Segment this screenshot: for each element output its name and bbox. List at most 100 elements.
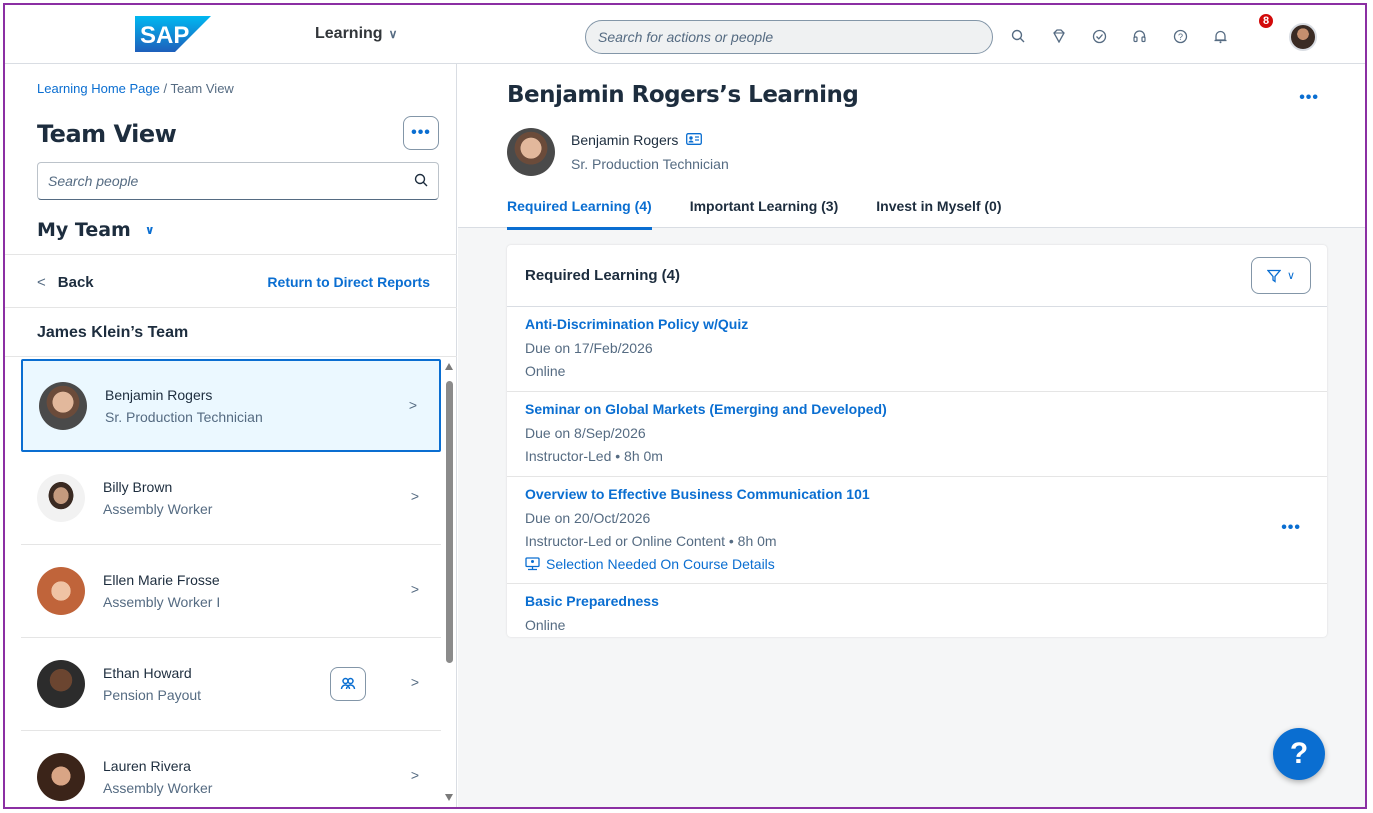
chevron-left-icon: < [37, 274, 46, 291]
avatar [39, 381, 87, 430]
header-more-button[interactable]: ••• [1299, 89, 1319, 107]
svg-text:SAP: SAP [140, 22, 189, 49]
breadcrumb-current: Team View [170, 81, 234, 96]
chevron-right-icon: > [410, 767, 419, 783]
people-list: Benjamin Rogers Sr. Production Technicia… [21, 359, 441, 807]
team-selector[interactable]: My Team ∨ [37, 219, 155, 241]
breadcrumb: Learning Home Page / Team View [37, 81, 234, 96]
list-item-ethan-howard[interactable]: Ethan Howard Pension Payout > [21, 638, 441, 731]
divider [5, 307, 457, 308]
person-role: Pension Payout [103, 687, 202, 703]
divider [5, 356, 457, 357]
scroll-up-icon[interactable] [445, 363, 453, 370]
search-icon[interactable] [414, 173, 428, 190]
list-item: Overview to Effective Business Communica… [507, 477, 1327, 584]
avatar [37, 753, 85, 801]
card-title: Required Learning (4) [525, 267, 681, 284]
course-due: Due on 17/Feb/2026 [525, 340, 653, 356]
course-due: Due on 8/Sep/2026 [525, 425, 646, 441]
course-title-link[interactable]: Seminar on Global Markets (Emerging and … [525, 401, 1309, 417]
course-more-button[interactable]: ••• [1281, 519, 1301, 537]
headset-icon[interactable] [1126, 23, 1152, 49]
list-item-benjamin-rogers[interactable]: Benjamin Rogers Sr. Production Technicia… [21, 359, 441, 452]
person-name: Ethan Howard [103, 665, 192, 681]
breadcrumb-home-link[interactable]: Learning Home Page [37, 81, 160, 96]
chevron-right-icon: > [410, 581, 419, 597]
required-learning-card: Required Learning (4) ∨ Anti-Discriminat… [507, 245, 1327, 637]
person-role: Assembly Worker I [103, 594, 221, 610]
course-title-link[interactable]: Basic Preparedness [525, 593, 1309, 609]
people-scrollbar[interactable] [443, 359, 455, 807]
person-role: Sr. Production Technician [105, 408, 263, 425]
person-name: Benjamin Rogers [105, 386, 213, 403]
shell-bar: SAP Learning ∨ ? 8 [5, 5, 1365, 64]
person-name: Benjamin Rogers [571, 132, 679, 148]
product-switcher[interactable]: Learning ∨ [315, 25, 397, 43]
learning-detail-panel: Benjamin Rogers’s Learning ••• Benjamin … [458, 64, 1365, 807]
app-window: SAP Learning ∨ ? 8 [3, 3, 1367, 809]
avatar [37, 474, 85, 522]
list-item: Seminar on Global Markets (Emerging and … [507, 392, 1327, 477]
course-type: Instructor-Led or Online Content • 8h 0m [525, 533, 777, 549]
filter-icon [1266, 269, 1281, 283]
selection-needed-link[interactable]: Selection Needed On Course Details [525, 556, 1309, 572]
product-label: Learning [315, 25, 383, 42]
view-team-button[interactable] [330, 667, 366, 701]
user-avatar[interactable] [1289, 23, 1317, 51]
course-title-link[interactable]: Anti-Discrimination Policy w/Quiz [525, 316, 1309, 332]
course-type: Online [525, 363, 566, 379]
scroll-thumb[interactable] [446, 381, 453, 663]
diamond-icon[interactable] [1046, 23, 1072, 49]
course-due: Due on 20/Oct/2026 [525, 510, 651, 526]
svg-text:?: ? [1177, 32, 1182, 42]
learning-title: Benjamin Rogers’s Learning [507, 82, 859, 108]
tab-important-learning[interactable]: Important Learning (3) [690, 198, 839, 230]
list-item: Basic Preparedness Online [507, 584, 1327, 637]
sap-logo[interactable]: SAP [135, 16, 211, 52]
back-button[interactable]: < Back [37, 274, 94, 291]
chevron-down-icon: ∨ [1286, 270, 1296, 282]
person-name: Ellen Marie Frosse [103, 572, 220, 588]
global-search[interactable] [585, 20, 993, 54]
team-view-panel: Learning Home Page / Team View Team View… [5, 64, 457, 807]
selection-needed-label: Selection Needed On Course Details [546, 556, 775, 572]
bell-icon[interactable] [1207, 23, 1233, 49]
object-header: Benjamin Rogers’s Learning ••• Benjamin … [458, 64, 1365, 230]
return-to-direct-reports-link[interactable]: Return to Direct Reports [267, 274, 430, 290]
group-icon [340, 677, 356, 690]
divider [5, 254, 457, 255]
course-title-link[interactable]: Overview to Effective Business Communica… [525, 486, 1309, 502]
person-role: Assembly Worker [103, 780, 213, 796]
contact-card-icon[interactable] [686, 132, 703, 148]
person-name: Billy Brown [103, 479, 173, 495]
list-item: Anti-Discrimination Policy w/Quiz Due on… [507, 307, 1327, 392]
person-role: Sr. Production Technician [571, 156, 729, 172]
course-type: Instructor-Led • 8h 0m [525, 448, 663, 464]
chevron-right-icon: > [410, 674, 419, 690]
search-people-input[interactable] [48, 173, 414, 189]
help-button[interactable]: ? [1273, 728, 1325, 780]
list-item-billy-brown[interactable]: Billy Brown Assembly Worker > [21, 452, 441, 545]
card-header: Required Learning (4) ∨ [507, 245, 1327, 307]
filter-button[interactable]: ∨ [1251, 257, 1311, 294]
back-label: Back [57, 274, 94, 291]
more-actions-button[interactable]: ••• [403, 116, 439, 150]
course-type: Online [525, 617, 566, 633]
person-role: Assembly Worker [103, 501, 213, 517]
tab-invest-in-myself[interactable]: Invest in Myself (0) [876, 198, 1001, 230]
search-icon[interactable] [1005, 23, 1031, 49]
list-item-ellen-marie-frosse[interactable]: Ellen Marie Frosse Assembly Worker I > [21, 545, 441, 638]
tab-required-learning[interactable]: Required Learning (4) [507, 198, 652, 230]
breadcrumb-separator: / [159, 81, 171, 96]
notification-badge: 8 [1257, 12, 1275, 30]
list-item-lauren-rivera[interactable]: Lauren Rivera Assembly Worker > [21, 731, 441, 807]
avatar [37, 567, 85, 615]
global-search-input[interactable] [598, 29, 980, 45]
help-icon[interactable]: ? [1167, 23, 1193, 49]
check-circle-icon[interactable] [1086, 23, 1112, 49]
search-people-field[interactable] [37, 162, 439, 200]
learning-tabs: Required Learning (4) Important Learning… [507, 198, 1002, 230]
avatar [507, 128, 555, 176]
scroll-down-icon[interactable] [445, 794, 453, 801]
person-name: Lauren Rivera [103, 758, 191, 774]
